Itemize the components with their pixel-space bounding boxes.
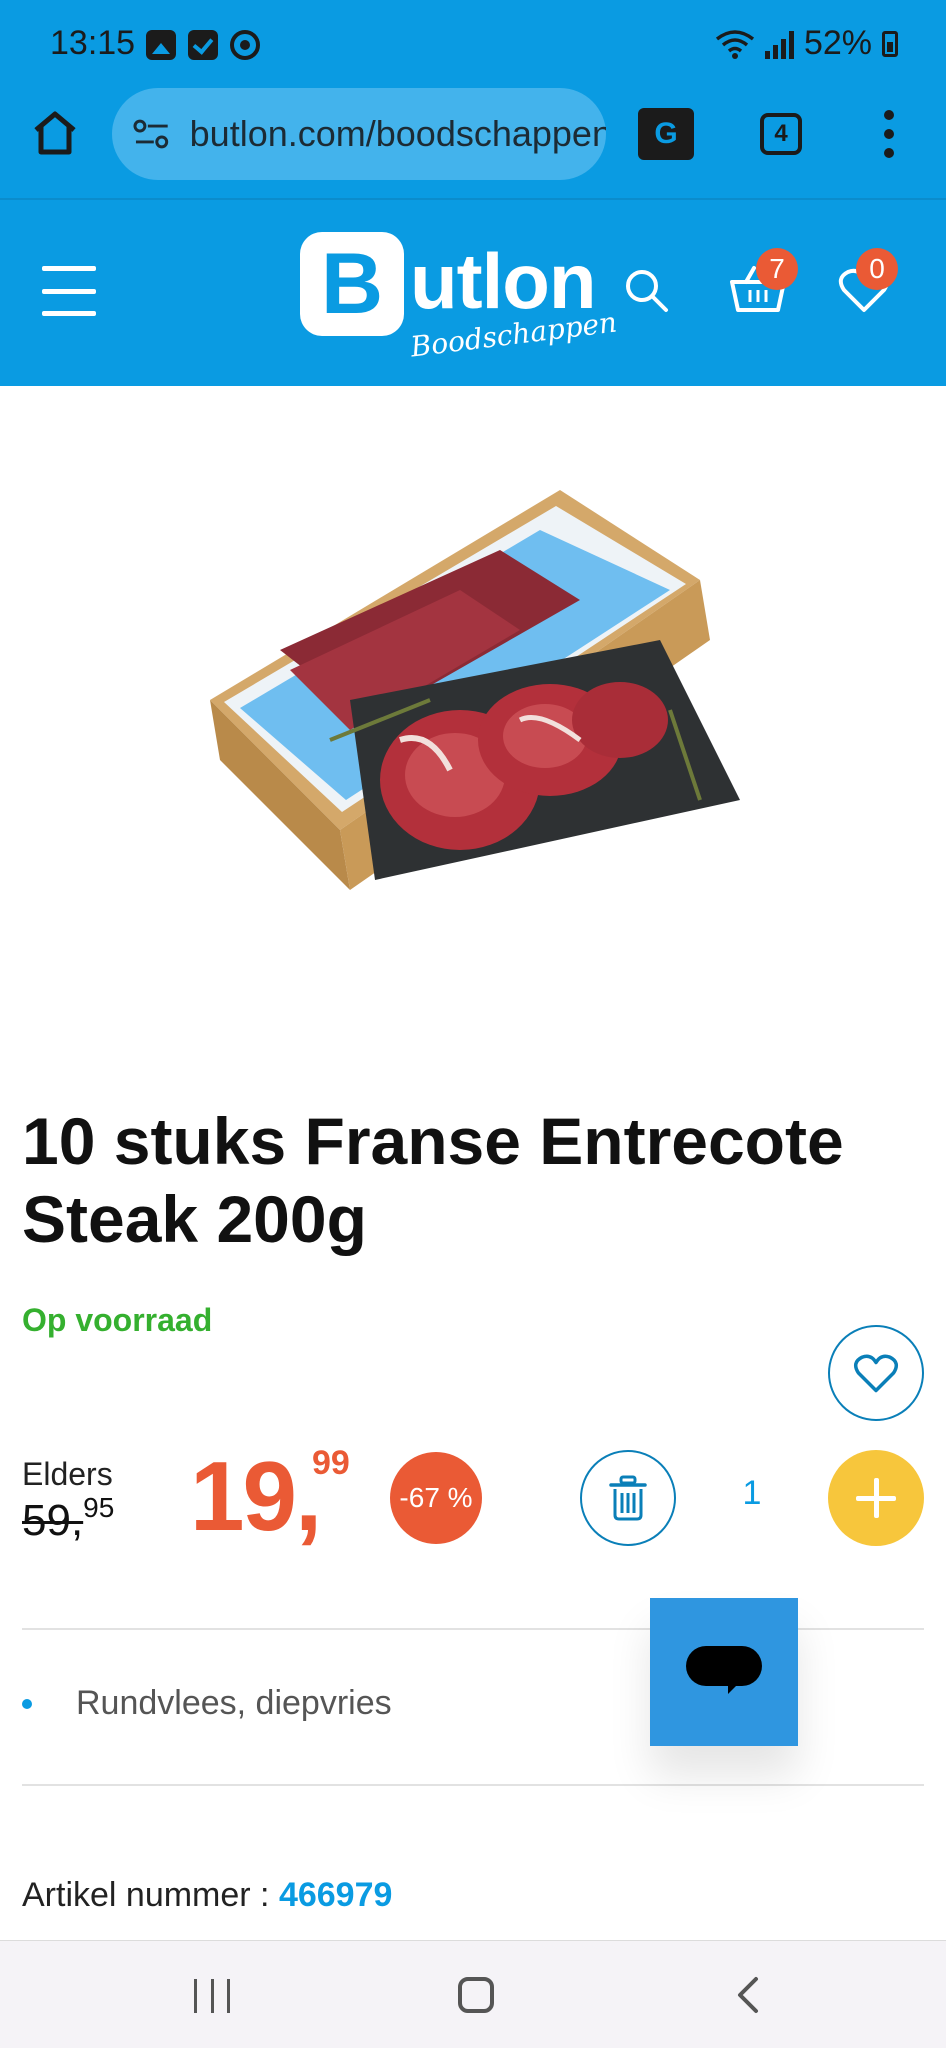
heart-icon xyxy=(853,1354,899,1393)
current-price: 19, 99 xyxy=(190,1440,350,1553)
elders-label: Elders xyxy=(22,1456,113,1492)
chat-button[interactable] xyxy=(650,1598,798,1746)
address-bar[interactable]: butlon.com/boodschappen xyxy=(112,88,606,180)
checkbox-icon xyxy=(188,30,218,60)
status-time: 13:15 xyxy=(50,24,136,62)
notification-icons xyxy=(146,30,260,60)
url-text[interactable]: butlon.com/boodschappen xyxy=(190,113,606,155)
logo-letter: B xyxy=(300,232,404,336)
hamburger-icon[interactable] xyxy=(42,266,96,316)
feature-list-item: Rundvlees, diepvries xyxy=(22,1684,392,1723)
signal-icon xyxy=(764,29,794,59)
quantity-value: 1 xyxy=(742,1474,762,1512)
price-int: 19, xyxy=(190,1441,322,1551)
stock-status: Op voorraad xyxy=(22,1302,213,1338)
product-image xyxy=(210,490,740,890)
status-bar: 13:15 52% xyxy=(0,0,946,88)
remove-from-cart-button[interactable] xyxy=(580,1450,676,1546)
old-price-dec: 95 xyxy=(83,1492,115,1523)
article-number-value: 466979 xyxy=(278,1876,393,1914)
nav-home-icon[interactable] xyxy=(458,1977,494,2013)
site-header: B utlon Boodschappen 7 0 xyxy=(0,200,946,386)
tabs-button[interactable]: 4 xyxy=(760,113,802,155)
butlon-logo[interactable]: B utlon Boodschappen xyxy=(300,232,619,364)
battery-percent: 52% xyxy=(803,24,872,62)
plus-icon[interactable] xyxy=(828,1450,924,1546)
article-label: Artikel nummer : xyxy=(22,1876,279,1914)
system-icons: 52% xyxy=(715,24,898,63)
bullet-icon xyxy=(22,1698,32,1709)
translate-icon[interactable]: G xyxy=(638,108,694,160)
wifi-icon xyxy=(715,29,755,59)
tab-count: 4 xyxy=(774,120,788,147)
old-price-int: 59, xyxy=(22,1496,84,1545)
more-vert-icon[interactable] xyxy=(882,110,896,158)
add-to-favorites-button[interactable] xyxy=(828,1325,924,1421)
home-icon[interactable] xyxy=(30,108,80,158)
favorites-count-badge: 0 xyxy=(856,248,898,290)
gallery-icon xyxy=(146,30,176,60)
article-number: Artikel nummer : 466979 xyxy=(22,1876,392,1915)
discount-badge: -67 % xyxy=(390,1452,482,1544)
product-title: 10 stuks Franse Entrecote Steak 200g xyxy=(22,1104,844,1256)
old-price: 59,95 xyxy=(22,1492,114,1546)
browser-toolbar: butlon.com/boodschappen G 4 xyxy=(0,88,946,200)
cart-count-badge: 7 xyxy=(756,248,798,290)
trash-icon xyxy=(609,1475,647,1521)
sync-icon xyxy=(230,30,260,60)
battery-icon xyxy=(882,30,898,57)
price-dec: 99 xyxy=(312,1444,350,1482)
recent-apps-icon[interactable] xyxy=(194,1979,230,2013)
feature-text: Rundvlees, diepvries xyxy=(76,1684,392,1722)
chat-icon xyxy=(686,1646,762,1694)
divider xyxy=(22,1784,924,1786)
back-icon[interactable] xyxy=(730,1975,770,2015)
tune-icon[interactable] xyxy=(132,118,172,150)
system-nav-bar xyxy=(0,1940,946,2048)
search-icon[interactable] xyxy=(622,266,672,316)
